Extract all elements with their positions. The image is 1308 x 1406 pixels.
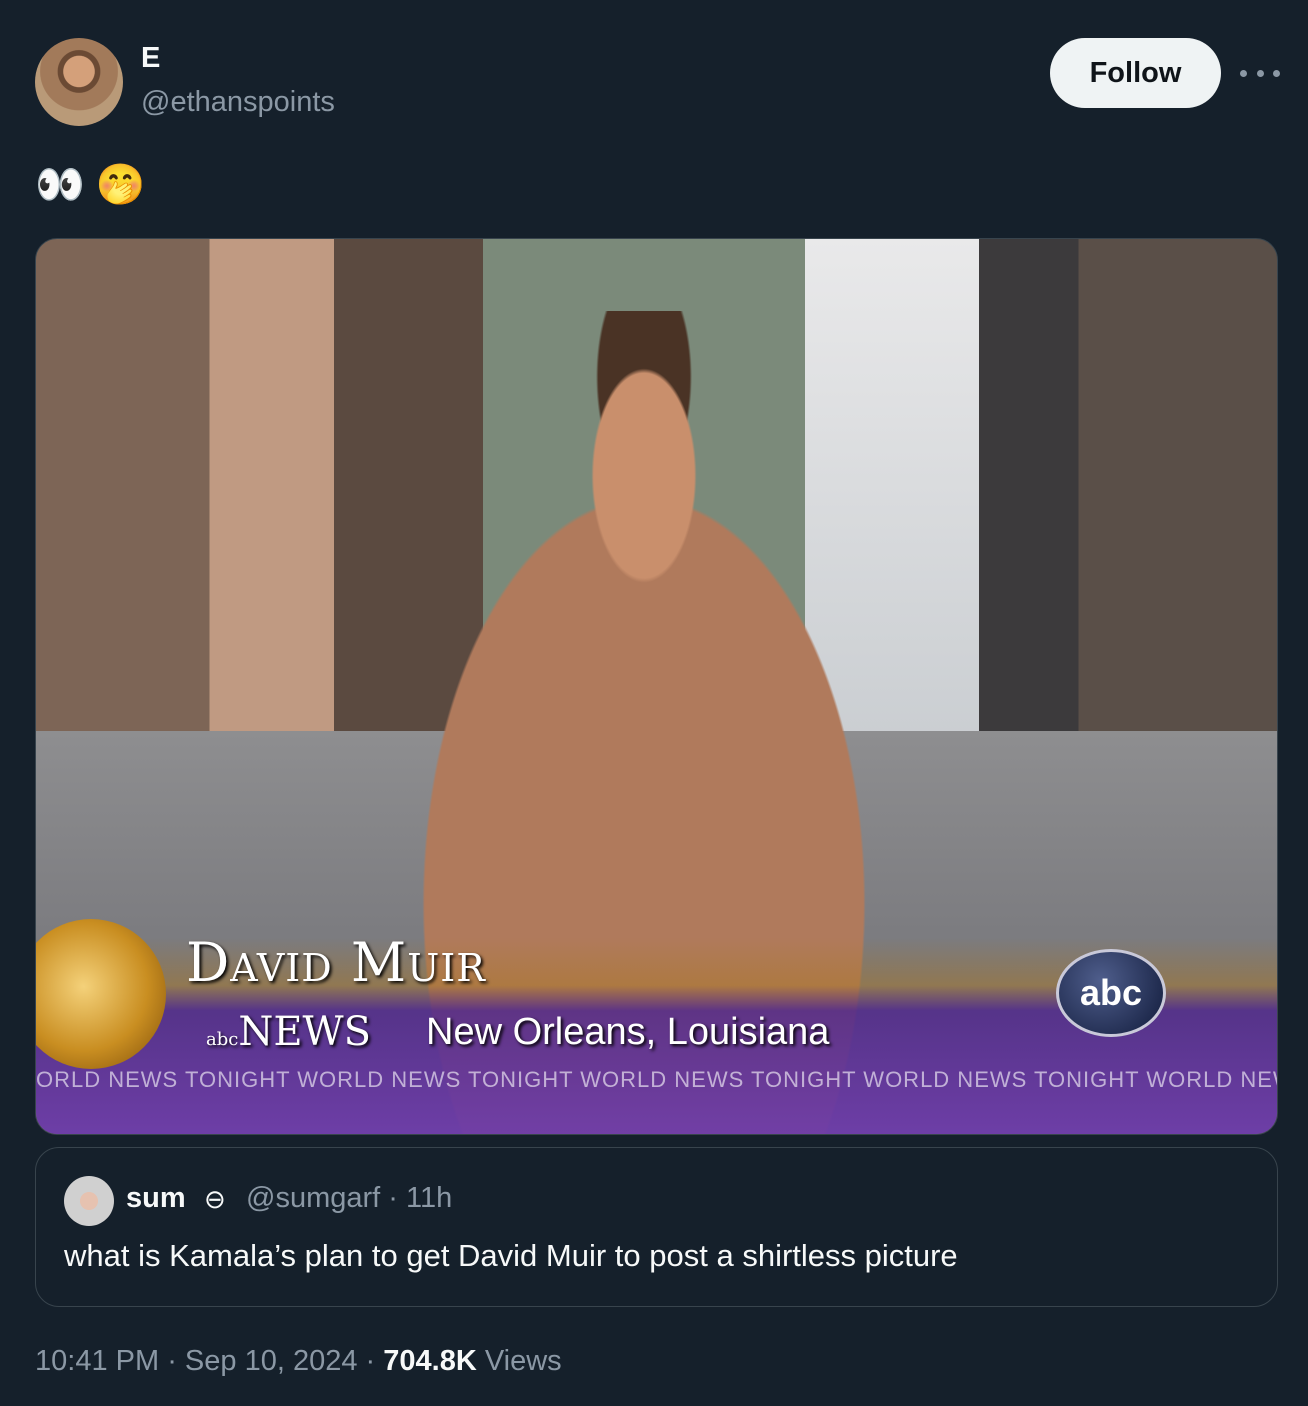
quoted-display-name: sum (126, 1182, 186, 1214)
more-options-icon[interactable] (1240, 58, 1280, 88)
author-display-name[interactable]: E (141, 42, 160, 75)
news-ticker: ORLD NEWS TONIGHT WORLD NEWS TONIGHT WOR… (36, 1067, 1278, 1092)
quoted-tweet[interactable]: sum ⊖ @sumgarf · 11h what is Kamala’s pl… (35, 1147, 1278, 1307)
quoted-meta: @sumgarf · 11h (246, 1182, 453, 1214)
tweet-image[interactable]: David Muir abcNEWS New Orleans, Louisian… (35, 238, 1278, 1135)
tweet-text: 👀 🤭 (35, 163, 146, 207)
views-count: 704.8K (383, 1345, 477, 1377)
dot-icon (1256, 69, 1264, 77)
news-location: New Orleans, Louisiana (426, 1011, 830, 1053)
tweet-footer: 10:41 PM · Sep 10, 2024 · 704.8K Views (35, 1345, 562, 1378)
abc-logo: abc (1056, 949, 1166, 1037)
news-label: abcNEWS (206, 1009, 371, 1055)
news-name-line: David Muir (186, 931, 486, 994)
quoted-text: what is Kamala’s plan to get David Muir … (64, 1238, 958, 1273)
author-avatar[interactable] (35, 38, 123, 126)
quoted-avatar (64, 1176, 114, 1226)
separator: · (357, 1345, 384, 1377)
separator: · (159, 1345, 185, 1377)
dot-icon (1273, 69, 1280, 77)
follow-button[interactable]: Follow (1050, 38, 1221, 108)
tweet-date[interactable]: Sep 10, 2024 (185, 1345, 358, 1377)
quoted-badge-icon: ⊖ (204, 1184, 226, 1214)
news-word: NEWS (238, 1009, 372, 1055)
author-handle[interactable]: @ethanspoints (141, 86, 335, 119)
dot-icon (1240, 69, 1247, 77)
tweet-time[interactable]: 10:41 PM (35, 1345, 159, 1377)
views-label: Views (476, 1345, 562, 1377)
network-small-logo: abc (206, 1029, 239, 1050)
